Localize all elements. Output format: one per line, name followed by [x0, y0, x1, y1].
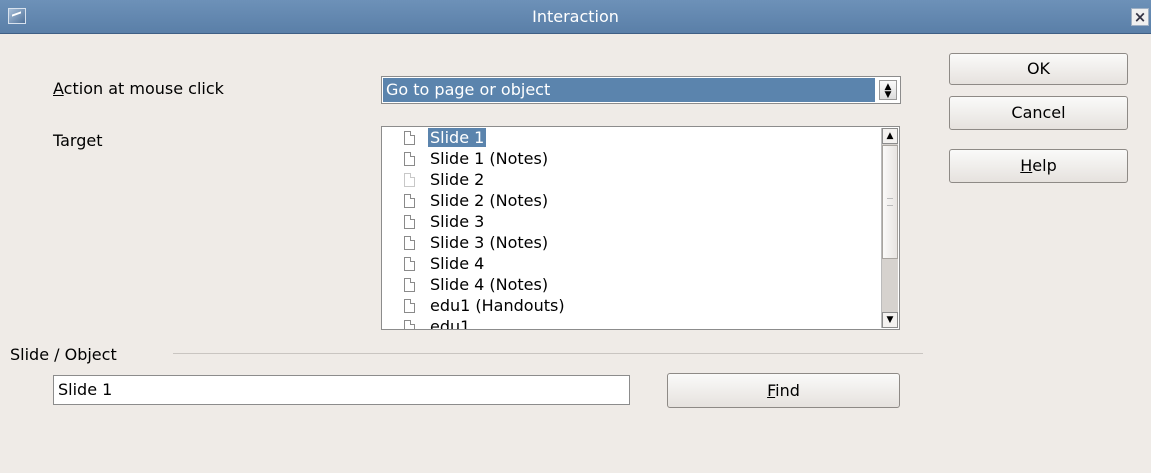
window-title: Interaction	[532, 7, 619, 26]
action-label-mnemonic: A	[53, 79, 64, 98]
close-icon[interactable]: ×	[1131, 8, 1149, 26]
action-dropdown[interactable]: Go to page or object ▲ ▼	[381, 76, 901, 104]
scroll-down-icon[interactable]: ▼	[882, 312, 898, 328]
find-rest: ind	[775, 381, 800, 400]
action-label-rest: ction at mouse click	[63, 79, 224, 98]
document-icon	[404, 257, 415, 271]
help-mnemonic: H	[1020, 156, 1033, 175]
list-item[interactable]: Slide 1	[404, 127, 565, 148]
list-item[interactable]: edu1 (Handouts)	[404, 295, 565, 316]
list-item-label: edu1 (Handouts)	[430, 296, 565, 315]
list-item[interactable]: Slide 3 (Notes)	[404, 232, 565, 253]
list-item-label: Slide 4	[430, 254, 485, 273]
list-item[interactable]: Slide 1 (Notes)	[404, 148, 565, 169]
list-item[interactable]: Slide 3	[404, 211, 565, 232]
document-icon	[404, 194, 415, 208]
list-item-label: Slide 2	[430, 170, 485, 189]
target-label: Target	[53, 131, 103, 150]
list-item-label: edu1	[430, 317, 471, 330]
list-item-label: Slide 4 (Notes)	[430, 275, 549, 294]
document-icon	[404, 173, 415, 187]
vertical-scrollbar[interactable]: ▲ ▼	[881, 128, 898, 328]
group-divider	[173, 353, 923, 354]
group-label-slide-object: Slide / Object	[10, 345, 117, 364]
object-input[interactable]: Slide 1	[53, 375, 630, 405]
title-bar: Interaction ×	[0, 0, 1151, 34]
document-icon	[404, 131, 415, 145]
list-item-label: Slide 1 (Notes)	[430, 149, 549, 168]
list-item-label: Slide 2 (Notes)	[430, 191, 549, 210]
action-label: Action at mouse click	[53, 79, 224, 98]
list-item[interactable]: Slide 4	[404, 253, 565, 274]
find-button[interactable]: Find	[667, 373, 900, 408]
scroll-up-icon[interactable]: ▲	[882, 128, 898, 144]
list-item-label: Slide 1	[428, 128, 487, 147]
target-listbox[interactable]: Slide 1 Slide 1 (Notes) Slide 2 Slide 2 (No…	[381, 126, 900, 330]
dropdown-spin-icon[interactable]: ▲ ▼	[879, 80, 897, 100]
document-icon	[404, 320, 415, 329]
list-item-label: Slide 3	[430, 212, 485, 231]
document-icon	[404, 236, 415, 250]
help-button[interactable]: Help	[949, 149, 1128, 183]
document-icon	[404, 278, 415, 292]
list-item[interactable]: Slide 2	[404, 169, 565, 190]
help-rest: elp	[1032, 156, 1057, 175]
cancel-button[interactable]: Cancel	[949, 96, 1128, 130]
ok-button[interactable]: OK	[949, 53, 1128, 85]
target-list: Slide 1 Slide 1 (Notes) Slide 2 Slide 2 (No…	[404, 127, 565, 330]
document-icon	[404, 215, 415, 229]
action-dropdown-value: Go to page or object	[383, 78, 875, 102]
find-mnemonic: F	[767, 381, 776, 400]
document-icon	[404, 299, 415, 313]
list-item[interactable]: Slide 2 (Notes)	[404, 190, 565, 211]
list-item[interactable]: Slide 4 (Notes)	[404, 274, 565, 295]
document-icon	[404, 152, 415, 166]
list-item[interactable]: edu1	[404, 316, 565, 330]
scrollbar-thumb[interactable]	[882, 145, 898, 259]
grip-icon	[887, 198, 893, 206]
list-item-label: Slide 3 (Notes)	[430, 233, 549, 252]
